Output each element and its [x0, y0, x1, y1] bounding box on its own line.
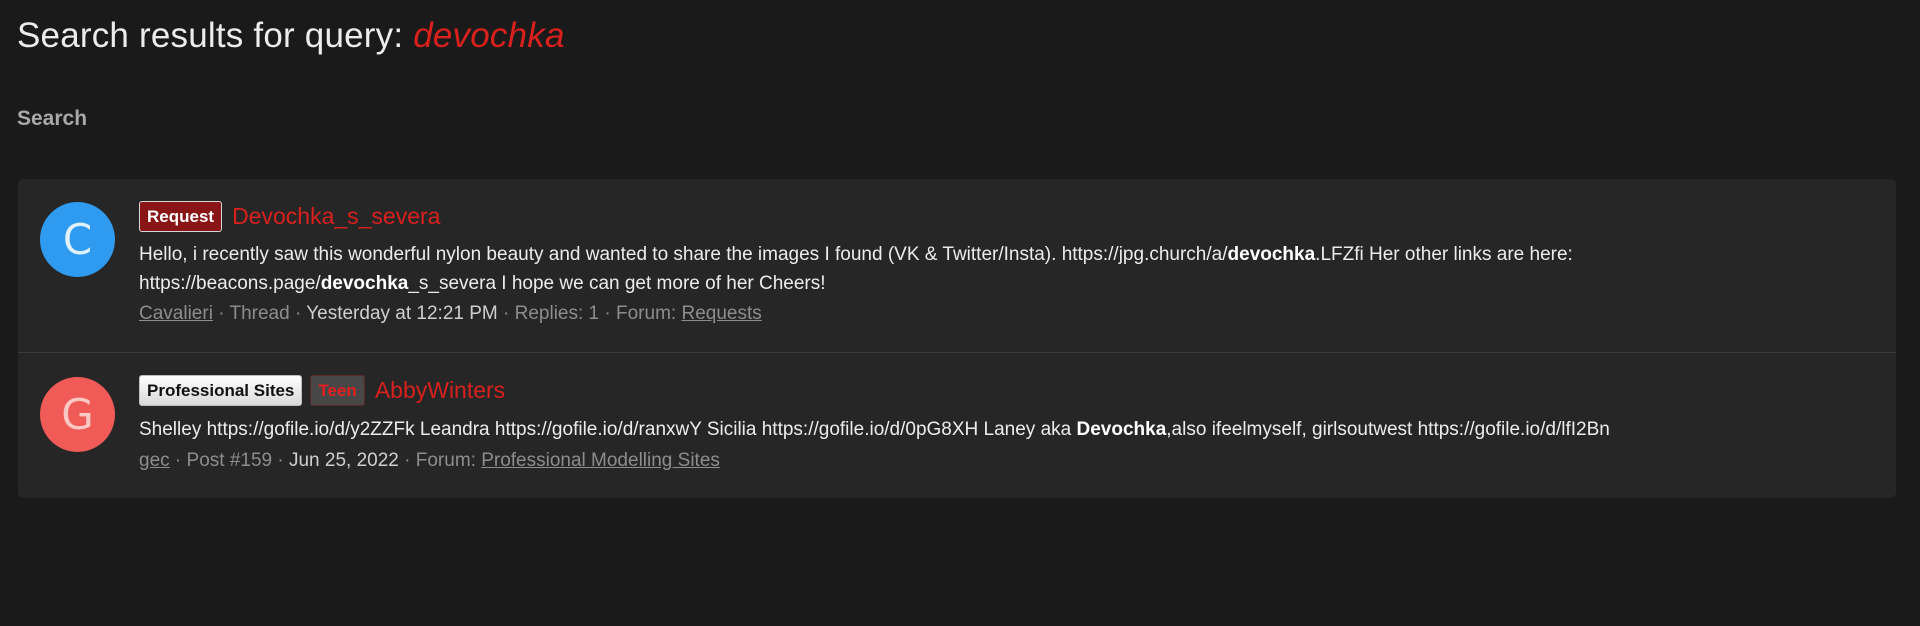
forum-prefix: · Forum: [404, 450, 476, 471]
prefix-label-request[interactable]: Request [139, 201, 223, 232]
timestamp: Jun 25, 2022 [288, 450, 399, 471]
page-title-prefix: Search results for query: [17, 16, 404, 55]
result-snippet: Shelley https://gofile.io/d/y2ZZFk Leand… [139, 415, 1859, 444]
forum-link[interactable]: Professional Modelling Sites [481, 450, 720, 471]
result-snippet: Hello, i recently saw this wonderful nyl… [139, 240, 1859, 298]
snippet-text: Hello, i recently saw this wonderful nyl… [139, 244, 1228, 265]
snippet-text: ,also ifeelmyself, girlsoutwest https://… [1166, 419, 1610, 440]
search-results-page: Search results for query: devochka Searc… [0, 0, 1920, 626]
content-type: · Thread · [218, 303, 302, 324]
result-title-row: Professional Sites Teen AbbyWinters [139, 375, 505, 406]
prefix-label-teen[interactable]: Teen [310, 375, 365, 406]
page-title: Search results for query: devochka [17, 16, 565, 56]
snippet-text: _s_severa I hope we can get more of her … [408, 273, 826, 294]
search-link[interactable]: Search [17, 107, 87, 131]
search-query: devochka [413, 16, 565, 55]
author-link[interactable]: Cavalieri [139, 303, 213, 324]
result-meta: Cavalieri · Thread · Yesterday at 12:21 … [139, 303, 762, 325]
content-type: · Post #159 · [174, 450, 284, 471]
thread-title-link[interactable]: AbbyWinters [375, 377, 505, 404]
snippet-text: Shelley https://gofile.io/d/y2ZZFk Leand… [139, 419, 1077, 440]
results-list: C Request Devochka_s_severa Hello, i rec… [18, 179, 1896, 498]
result-meta: gec · Post #159 · Jun 25, 2022 · Forum: … [139, 450, 720, 472]
author-link[interactable]: gec [139, 450, 170, 471]
snippet-highlight: devochka [1227, 244, 1316, 265]
avatar[interactable]: C [40, 202, 115, 277]
snippet-highlight: devochka [320, 273, 409, 294]
snippet-highlight: Devochka [1076, 419, 1167, 440]
result-title-row: Request Devochka_s_severa [139, 201, 440, 232]
list-item: G Professional Sites Teen AbbyWinters Sh… [18, 353, 1896, 498]
timestamp: Yesterday at 12:21 PM [306, 303, 498, 324]
avatar[interactable]: G [40, 377, 115, 452]
forum-link[interactable]: Requests [681, 303, 761, 324]
thread-title-link[interactable]: Devochka_s_severa [232, 203, 440, 230]
list-item: C Request Devochka_s_severa Hello, i rec… [18, 179, 1896, 353]
prefix-label-professional-sites[interactable]: Professional Sites [139, 375, 303, 406]
replies-count: · Replies: 1 · Forum: [503, 303, 677, 324]
